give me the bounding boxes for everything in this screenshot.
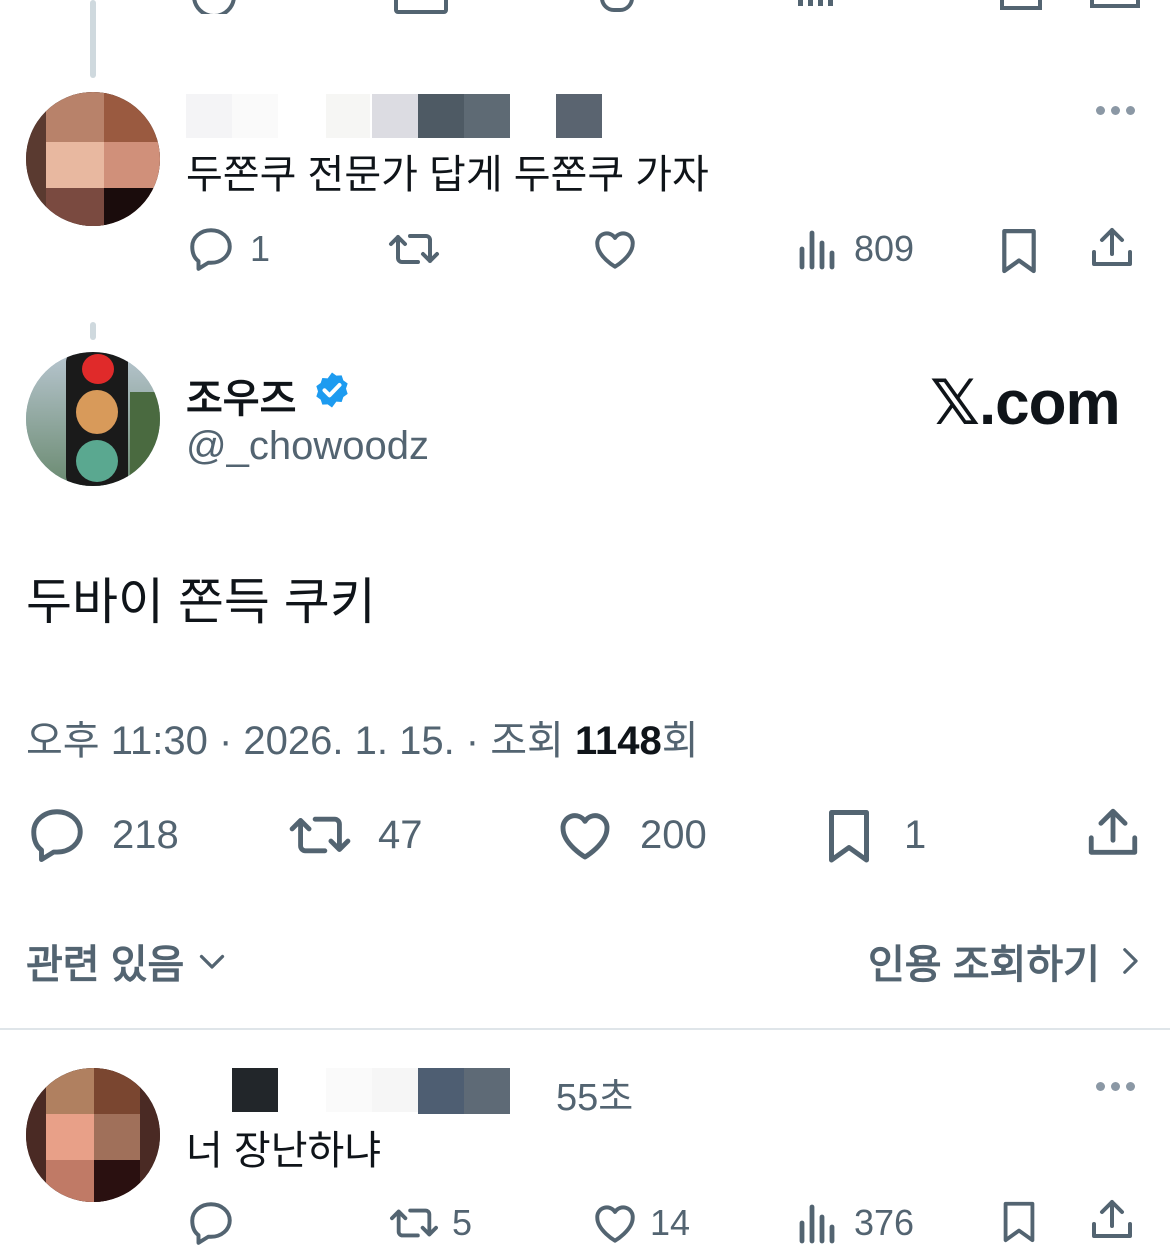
bookmark-button[interactable]: [998, 224, 1040, 276]
redacted-username: [186, 94, 606, 138]
views-button[interactable]: 376: [796, 1198, 914, 1248]
view-quotes-link[interactable]: 인용 조회하기: [868, 932, 1146, 990]
reply-text: 너 장난하냐: [186, 1129, 382, 1173]
tweet-timestamp[interactable]: 오후 11:30 · 2026. 1. 15. · 조회: [26, 719, 575, 763]
reply-count: 1: [250, 228, 271, 269]
avatar[interactable]: [26, 92, 160, 226]
like-icon[interactable]: [600, 0, 634, 12]
repost-button[interactable]: [386, 224, 456, 274]
bookmark-icon: [1002, 229, 1036, 274]
share-button[interactable]: [1088, 222, 1136, 274]
reply-button[interactable]: 218: [26, 804, 179, 866]
heart-icon: [595, 231, 635, 269]
verified-badge-icon: [316, 372, 348, 408]
repost-icon: [389, 234, 439, 264]
prev-action-row-clipped: [0, 0, 1170, 14]
display-name[interactable]: 조우즈: [186, 366, 296, 424]
views-icon[interactable]: [798, 0, 838, 6]
tweet-meta: 오후 11:30 · 2026. 1. 15. · 조회 1148회: [26, 708, 699, 766]
repost-button[interactable]: 47: [286, 804, 423, 866]
x-logo: 𝕏.com: [930, 369, 1121, 438]
views-count: 809: [854, 228, 915, 269]
share-icon: [1092, 1200, 1132, 1238]
views-button[interactable]: 809: [796, 224, 914, 274]
repost-icon[interactable]: [394, 0, 448, 14]
like-count: 200: [640, 812, 707, 857]
heart-icon: [595, 1205, 635, 1243]
more-icon[interactable]: [1096, 1080, 1140, 1092]
thread-line: [90, 322, 96, 340]
repost-button[interactable]: 5: [386, 1200, 472, 1246]
reply-icon: [31, 809, 83, 862]
views-count: 376: [854, 1202, 915, 1243]
bookmark-button[interactable]: [998, 1198, 1040, 1244]
bookmark-count: 1: [904, 812, 927, 857]
reply-icon: [190, 1202, 232, 1245]
divider: [0, 1028, 1170, 1030]
repost-icon: [289, 816, 351, 854]
thread-line: [90, 0, 96, 78]
share-icon[interactable]: [1090, 0, 1140, 8]
share-button[interactable]: [1088, 1196, 1136, 1244]
reply-icon[interactable]: [192, 0, 236, 14]
repost-count: 5: [452, 1202, 473, 1243]
user-handle[interactable]: @_chowoodz: [186, 424, 429, 469]
reply-count: 218: [112, 812, 179, 857]
heart-icon: [560, 813, 610, 860]
repost-count: 47: [378, 812, 423, 857]
like-button[interactable]: 14: [590, 1198, 690, 1248]
bookmark-icon: [829, 810, 869, 863]
reply-text: 두쫀쿠 전문가 답게 두쫀쿠 가자: [186, 153, 709, 197]
redacted-username: [232, 1068, 512, 1114]
tweet-text: 두바이 쫀득 쿠키: [26, 574, 376, 630]
reply-button[interactable]: [186, 1198, 250, 1248]
like-count: 14: [650, 1202, 691, 1243]
view-suffix: 회: [661, 719, 699, 763]
chevron-right-icon: [1123, 948, 1138, 974]
views-icon: [799, 230, 835, 270]
reply-icon: [190, 228, 232, 271]
view-count: 1148: [574, 719, 662, 763]
related-toggle[interactable]: 관련 있음: [26, 932, 230, 990]
avatar[interactable]: [26, 352, 160, 486]
avatar[interactable]: [26, 1068, 160, 1202]
like-button[interactable]: [590, 224, 654, 274]
like-button[interactable]: 200: [554, 804, 707, 866]
related-label: 관련 있음: [26, 943, 185, 987]
share-button[interactable]: [1084, 802, 1142, 864]
reply-time[interactable]: 55초: [556, 1066, 633, 1121]
share-icon: [1088, 808, 1138, 855]
share-icon: [1092, 228, 1132, 266]
view-quotes-label: 인용 조회하기: [868, 943, 1100, 987]
repost-icon: [390, 1208, 438, 1238]
bookmark-button[interactable]: 1: [824, 804, 926, 866]
reply-button[interactable]: 1: [186, 224, 270, 274]
bookmark-icon[interactable]: [1000, 0, 1042, 10]
views-icon: [799, 1204, 835, 1244]
more-icon[interactable]: [1096, 104, 1140, 116]
chevron-down-icon: [200, 954, 225, 969]
bookmark-icon: [1003, 1201, 1035, 1243]
